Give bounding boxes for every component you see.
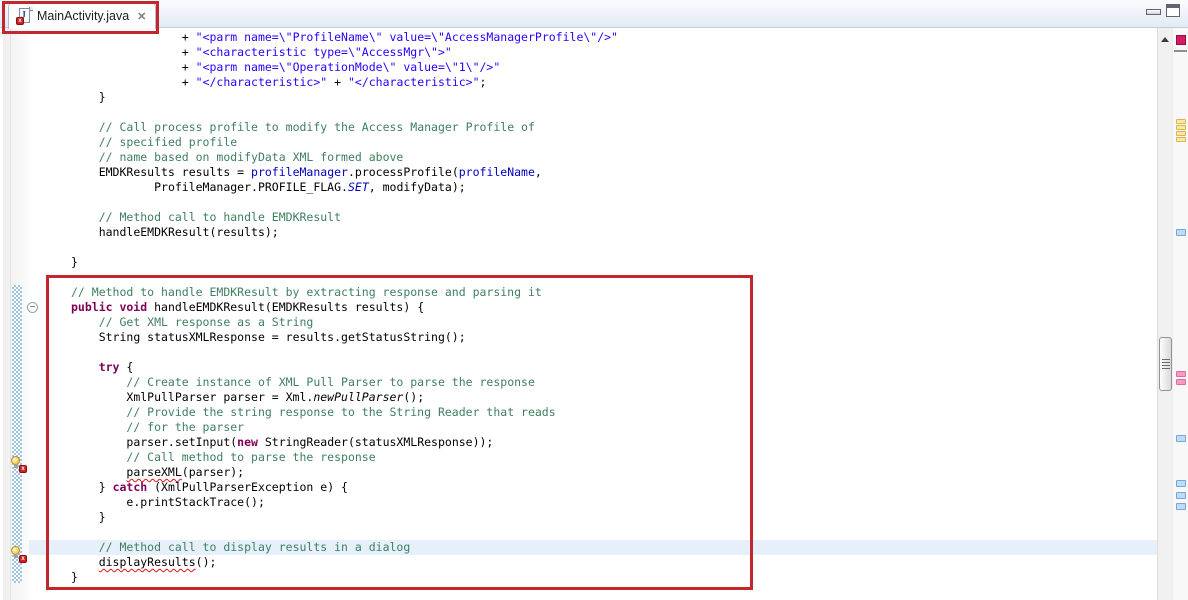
- code-line[interactable]: ProfileManager.PROFILE_FLAG.SET, modifyD…: [29, 180, 1157, 195]
- code-line[interactable]: }: [29, 255, 1157, 270]
- code-line[interactable]: }: [29, 90, 1157, 105]
- code-editor-area: − x x + "<parm name=\"ProfileName\" valu…: [0, 28, 1157, 600]
- overview-marker-blue[interactable]: [1176, 492, 1186, 499]
- code-line[interactable]: // Method to handle EMDKResult by extrac…: [29, 285, 1157, 300]
- code-line[interactable]: handleEMDKResult(results);: [29, 225, 1157, 240]
- code-line[interactable]: // for the parser: [29, 420, 1157, 435]
- code-line[interactable]: // Method call to handle EMDKResult: [29, 210, 1157, 225]
- eclipse-editor-window: J x MainActivity.java ✕ − x x + "<parm n…: [0, 0, 1188, 600]
- tab-mainactivity-java[interactable]: J x MainActivity.java ✕: [8, 2, 156, 29]
- code-line[interactable]: XmlPullParser parser = Xml.newPullParser…: [29, 390, 1157, 405]
- code-line[interactable]: try {: [29, 360, 1157, 375]
- code-line[interactable]: }: [29, 570, 1157, 585]
- vertical-scrollbar[interactable]: [1157, 28, 1172, 600]
- maximize-icon[interactable]: [1166, 4, 1180, 17]
- code-line[interactable]: [29, 195, 1157, 210]
- code-line[interactable]: // Get XML response as a String: [29, 315, 1157, 330]
- overview-marker-blue[interactable]: [1176, 435, 1186, 442]
- code-editor[interactable]: + "<parm name=\"ProfileName\" value=\"Ac…: [29, 30, 1157, 585]
- overview-ruler[interactable]: [1172, 28, 1188, 600]
- scrollbar-thumb[interactable]: [1159, 337, 1172, 391]
- overview-marker-blue[interactable]: [1176, 503, 1186, 510]
- code-line[interactable]: // Create instance of XML Pull Parser to…: [29, 375, 1157, 390]
- code-line[interactable]: EMDKResults results = profileManager.pro…: [29, 165, 1157, 180]
- java-file-icon: J x: [16, 8, 32, 24]
- code-line[interactable]: [29, 525, 1157, 540]
- scroll-up-arrow-icon[interactable]: [1161, 37, 1169, 42]
- overview-error-indicator[interactable]: [1176, 35, 1186, 45]
- code-line[interactable]: + "<parm name=\"OperationMode\" value=\"…: [29, 60, 1157, 75]
- code-line[interactable]: + "<parm name=\"ProfileName\" value=\"Ac…: [29, 30, 1157, 45]
- code-line[interactable]: public void handleEMDKResult(EMDKResults…: [29, 300, 1157, 315]
- code-line[interactable]: [29, 105, 1157, 120]
- overview-ruler-separator: [1174, 50, 1187, 52]
- overview-marker-pink[interactable]: [1176, 379, 1186, 385]
- overview-marker-yellow[interactable]: [1176, 131, 1186, 136]
- overview-marker-blue[interactable]: [1176, 480, 1186, 487]
- code-line[interactable]: [29, 270, 1157, 285]
- quickfix-lightbulb-error-icon[interactable]: x: [10, 456, 27, 473]
- overview-marker-blue[interactable]: [1176, 229, 1186, 236]
- code-line[interactable]: e.printStackTrace();: [29, 495, 1157, 510]
- collapse-fold-icon[interactable]: −: [27, 302, 38, 313]
- overview-marker-yellow[interactable]: [1176, 125, 1186, 130]
- overview-marker-yellow[interactable]: [1176, 119, 1186, 124]
- scrollbar-grip: [1162, 359, 1170, 370]
- tab-title: MainActivity.java: [37, 9, 129, 23]
- code-line[interactable]: parseXML(parser);: [29, 465, 1157, 480]
- overview-marker-yellow[interactable]: [1176, 137, 1186, 142]
- close-icon[interactable]: ✕: [137, 10, 146, 23]
- code-line[interactable]: // name based on modifyData XML formed a…: [29, 150, 1157, 165]
- code-line[interactable]: // Call method to parse the response: [29, 450, 1157, 465]
- code-line[interactable]: displayResults();: [29, 555, 1157, 570]
- error-decorator-icon: x: [16, 17, 24, 25]
- code-line[interactable]: + "</characteristic>" + "</characteristi…: [29, 75, 1157, 90]
- code-line[interactable]: [29, 240, 1157, 255]
- editor-tab-bar: J x MainActivity.java ✕: [0, 0, 1188, 28]
- code-line[interactable]: [29, 345, 1157, 360]
- code-line[interactable]: + "<characteristic type=\"AccessMgr\">": [29, 45, 1157, 60]
- minimize-icon[interactable]: [1146, 9, 1161, 15]
- error-badge-icon: x: [19, 555, 27, 563]
- code-line[interactable]: String statusXMLResponse = results.getSt…: [29, 330, 1157, 345]
- code-line[interactable]: // Call process profile to modify the Ac…: [29, 120, 1157, 135]
- code-line[interactable]: } catch (XmlPullParserException e) {: [29, 480, 1157, 495]
- code-line[interactable]: // specified profile: [29, 135, 1157, 150]
- ruler-divider: [10, 28, 11, 600]
- code-line[interactable]: // Provide the string response to the St…: [29, 405, 1157, 420]
- quickfix-lightbulb-error-icon[interactable]: x: [10, 546, 27, 563]
- code-line[interactable]: }: [29, 510, 1157, 525]
- error-badge-icon: x: [19, 465, 27, 473]
- changed-lines-indicator-bar: [12, 285, 22, 583]
- code-line-current[interactable]: // Method call to display results in a d…: [29, 540, 1157, 555]
- overview-marker-pink[interactable]: [1176, 371, 1186, 377]
- code-line[interactable]: parser.setInput(new StringReader(statusX…: [29, 435, 1157, 450]
